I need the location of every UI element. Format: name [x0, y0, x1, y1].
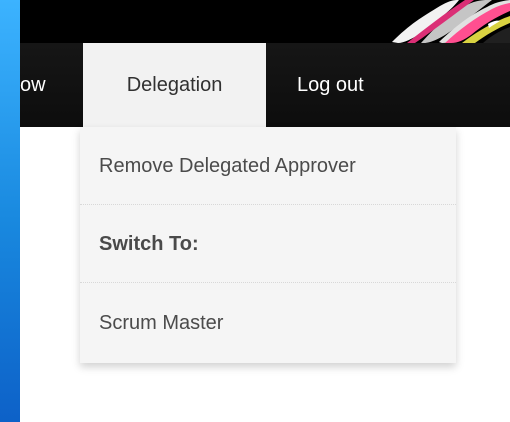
web-page: ow Delegation Log out Remove Delegated A… — [20, 0, 510, 422]
nav-item-delegation[interactable]: Delegation — [83, 43, 266, 127]
scrum-master-menu-item[interactable]: Scrum Master — [80, 284, 456, 363]
remove-delegated-approver-label: Remove Delegated Approver — [99, 155, 356, 177]
nav-item-partial[interactable]: ow — [20, 43, 69, 127]
nav-item-partial-label: ow — [20, 74, 46, 96]
nav-item-logout[interactable]: Log out — [297, 43, 387, 127]
banner-artwork — [384, 0, 510, 43]
abstract-artwork-icon — [392, 0, 510, 43]
nav-item-delegation-label: Delegation — [126, 74, 223, 96]
header-banner — [20, 0, 510, 43]
main-navigation: ow Delegation Log out — [20, 43, 510, 127]
delegation-dropdown-menu: Remove Delegated Approver Switch To: Scr… — [80, 127, 456, 363]
remove-delegated-approver-menu-item[interactable]: Remove Delegated Approver — [80, 127, 456, 205]
switch-to-heading: Switch To: — [80, 206, 456, 283]
switch-to-label: Switch To: — [99, 233, 199, 255]
desktop-background — [0, 0, 20, 422]
scrum-master-label: Scrum Master — [99, 312, 224, 334]
nav-item-logout-label: Log out — [297, 74, 364, 96]
application-window: ow Delegation Log out Remove Delegated A… — [0, 0, 510, 422]
